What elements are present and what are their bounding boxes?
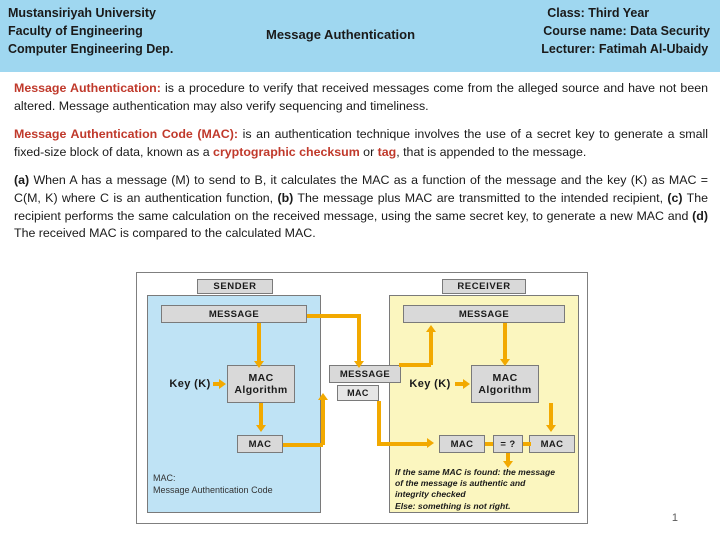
arrow-compare-right <box>523 442 531 446</box>
transmitted-message-box: MESSAGE <box>329 365 401 383</box>
step-label-a: (a) <box>14 173 30 188</box>
figure-legend: MAC: Message Authentication Code <box>153 473 273 496</box>
arrow-head-message-transmit <box>354 361 364 368</box>
receiver-computed-mac-box: MAC <box>529 435 575 453</box>
arrow-message-transmit <box>307 314 359 318</box>
arrow-receiver-message-down <box>503 323 507 361</box>
institution-block: Mustansiriyah University Faculty of Engi… <box>8 4 173 58</box>
sender-key-label: Key (K) <box>169 378 211 390</box>
receiver-note-line-2: of the message is authentic and <box>395 478 526 489</box>
compare-operator-box: = ? <box>493 435 523 453</box>
receiver-tag: RECEIVER <box>442 279 526 294</box>
sender-alg-line-2: Algorithm <box>234 384 288 396</box>
arrow-mac-transmit-up <box>321 399 325 445</box>
term-message-authentication: Message Authentication: <box>14 81 161 95</box>
arrow-head-receiver-message-down <box>500 359 510 366</box>
class-label: Class: Third Year <box>547 6 650 20</box>
arrow-mac-transmit <box>283 443 323 447</box>
paragraph-mac: Message Authentication Code (MAC): is an… <box>14 126 708 161</box>
institution-line-1: Mustansiriyah University <box>8 6 156 20</box>
arrow-receiver-message-up <box>429 331 433 365</box>
page-title: Message Authentication <box>266 27 416 42</box>
arrow-head-mac-transmit <box>318 393 328 400</box>
step-label-d: (d) <box>692 208 708 223</box>
paragraph-steps: (a) When A has a message (M) to send to … <box>14 172 708 242</box>
arrow-head-transmitted-mac-right <box>427 438 434 448</box>
receiver-note-line-3: integrity checked <box>395 489 466 500</box>
step-text-d: The received MAC is compared to the calc… <box>14 226 316 241</box>
receiver-note-line-1: If the same MAC is found: the message <box>395 467 555 477</box>
arrow-sender-message-down <box>257 323 261 363</box>
institution-line-3: Computer Engineering Dep. <box>8 42 174 57</box>
receiver-key-label: Key (K) <box>409 378 451 390</box>
step-label-c: (c) <box>667 191 683 206</box>
highlight-tag: tag <box>377 144 397 159</box>
receiver-mac-algorithm-box: MAC Algorithm <box>471 365 539 403</box>
paragraph-mac-text-b: or <box>359 144 378 159</box>
slide-header: Mustansiriyah University Faculty of Engi… <box>0 0 720 72</box>
arrow-compare-left <box>485 442 493 446</box>
paragraph-mac-text-c: , that is appended to the message. <box>396 144 587 159</box>
mac-diagram: SENDER RECEIVER MESSAGE MESSAGE Key (K) … <box>136 272 588 524</box>
step-text-b: The message plus MAC are transmitted to … <box>293 191 668 206</box>
receiver-message-box: MESSAGE <box>403 305 565 323</box>
arrow-head-sender-message-down <box>254 361 264 368</box>
receiver-verification-note: If the same MAC is found: the message of… <box>395 467 579 512</box>
paragraph-definition: Message Authentication: is a procedure t… <box>14 80 708 115</box>
arrow-head-sender-key-right <box>219 379 226 389</box>
legend-line-1: MAC: <box>153 473 176 483</box>
sender-alg-line-1: MAC <box>248 371 274 384</box>
receiver-alg-line-1: MAC <box>492 371 518 384</box>
arrow-head-receiver-message-up <box>426 325 436 332</box>
institution-line-2: Faculty of Engineering <box>8 24 143 39</box>
arrow-head-receiver-alg-down <box>546 425 556 432</box>
slide: Mustansiriyah University Faculty of Engi… <box>0 0 720 540</box>
course-info-block: Class: Third Year Course name: Data Secu… <box>541 4 710 58</box>
receiver-note-line-4: Else: something is not right. <box>395 500 511 511</box>
arrow-head-receiver-key-right <box>463 379 470 389</box>
sender-mac-box: MAC <box>237 435 283 453</box>
sender-message-box: MESSAGE <box>161 305 307 323</box>
sender-tag: SENDER <box>197 279 273 294</box>
receiver-received-mac-box: MAC <box>439 435 485 453</box>
highlight-cryptographic-checksum: cryptographic checksum <box>213 144 360 159</box>
arrow-receiver-alg-down <box>549 403 553 427</box>
body-text: Message Authentication: is a procedure t… <box>14 80 708 243</box>
step-label-b: (b) <box>277 191 294 206</box>
arrow-transmitted-mac-right <box>377 442 429 446</box>
sender-mac-algorithm-box: MAC Algorithm <box>227 365 295 403</box>
arrow-message-transmit-down <box>357 314 361 364</box>
page-number: 1 <box>671 512 678 524</box>
receiver-alg-line-2: Algorithm <box>478 384 532 396</box>
arrow-head-sender-alg-down <box>256 425 266 432</box>
arrow-transmitted-mac-down <box>377 401 381 443</box>
arrow-sender-alg-down <box>259 403 263 427</box>
term-mac: Message Authentication Code (MAC): <box>14 127 239 142</box>
transmitted-mac-box: MAC <box>337 385 379 401</box>
lecturer-label: Lecturer: Fatimah Al-Ubaidy <box>541 42 709 57</box>
course-name-label: Course name: Data Security <box>543 24 710 39</box>
arrow-mid-to-receiver <box>399 363 431 367</box>
legend-line-2: Message Authentication Code <box>153 484 273 495</box>
